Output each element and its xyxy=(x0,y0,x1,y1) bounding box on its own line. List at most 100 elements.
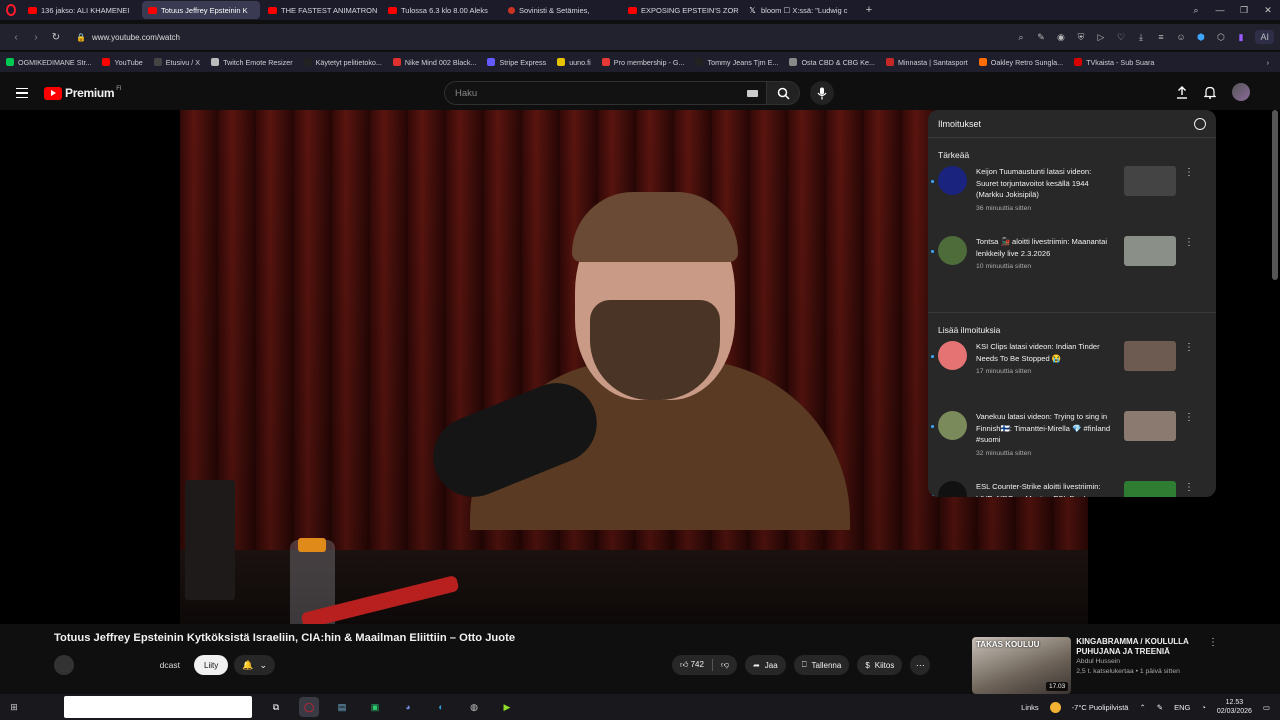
share-button[interactable]: ➦ Jaa xyxy=(745,655,786,675)
search-input[interactable]: Haku xyxy=(444,81,768,105)
terminal-icon[interactable]: ▶ xyxy=(497,697,517,717)
page-scrollbar[interactable] xyxy=(1272,110,1278,280)
channel-name[interactable]: dcast xyxy=(82,660,194,670)
notification-thumbnail[interactable] xyxy=(1124,236,1176,266)
camera-icon[interactable]: ◉ xyxy=(1055,32,1066,43)
bookmark-item[interactable]: Minnasta | Santasport xyxy=(885,58,968,67)
bookmark-item[interactable]: Käytetyt pelitietoko... xyxy=(303,58,382,67)
notification-thumbnail[interactable] xyxy=(1124,411,1176,441)
edit-icon[interactable]: ✎ xyxy=(1035,32,1046,43)
search-button[interactable] xyxy=(766,81,800,105)
reload-icon[interactable]: ↻ xyxy=(46,32,66,43)
more-vert-icon[interactable]: ⋮ xyxy=(1182,236,1196,306)
bookmarks-overflow-icon[interactable]: › xyxy=(1267,58,1269,67)
notification-item[interactable]: Keijon Tuumaustunti latasi videon: Suure… xyxy=(928,166,1216,236)
network-icon[interactable]: ◔ xyxy=(1201,703,1206,712)
taskbar-search[interactable] xyxy=(64,696,252,718)
like-button[interactable]: 👍︎ 742 xyxy=(680,660,704,670)
browser-tab[interactable]: EXPOSING EPSTEIN'S ZOR xyxy=(622,1,740,19)
voice-search-button[interactable] xyxy=(810,81,834,105)
channel-avatar[interactable] xyxy=(54,655,74,675)
notification-thumbnail[interactable] xyxy=(1124,481,1176,497)
notifications-bell-icon[interactable] xyxy=(1204,86,1216,99)
channel-avatar[interactable] xyxy=(938,341,967,370)
notification-center-icon[interactable]: ▭ xyxy=(1263,703,1270,712)
bookmark-item[interactable]: OGMIKEDIMANE Str... xyxy=(6,58,91,67)
bookmark-item[interactable]: Stripe Express xyxy=(487,58,546,67)
zoom-icon[interactable]: ⌕ xyxy=(1015,32,1026,43)
shield-icon[interactable]: ⛨ xyxy=(1075,32,1086,43)
start-icon[interactable]: ⊞ xyxy=(0,702,28,713)
edge-icon[interactable]: ◐ xyxy=(431,697,451,717)
bookmark-item[interactable]: Etusivu / X xyxy=(153,58,200,67)
settings-gear-icon[interactable] xyxy=(1194,117,1206,130)
notification-item[interactable]: ESL Counter-Strike aloitti livestriimin:… xyxy=(928,481,1216,497)
thanks-button[interactable]: $ Kiitos xyxy=(857,655,903,675)
task-view-icon[interactable]: ⧉ xyxy=(266,697,286,717)
links-toolbar[interactable]: Links xyxy=(1021,703,1039,712)
bookmark-item[interactable]: uuno.fi xyxy=(557,58,591,67)
keyboard-icon[interactable] xyxy=(747,89,758,97)
channel-avatar[interactable] xyxy=(938,411,967,440)
menu-icon[interactable]: ≡ xyxy=(1155,32,1166,42)
hamburger-menu-icon[interactable] xyxy=(16,87,28,99)
recommended-video[interactable]: TAKAS KOULUU 17.03 KINGABRAMMA / KOULULL… xyxy=(972,637,1218,694)
profile-icon[interactable]: ☺ xyxy=(1175,32,1186,42)
cube-icon[interactable]: ⬡ xyxy=(1215,32,1226,43)
language-indicator[interactable]: ENG xyxy=(1174,703,1190,712)
close-icon[interactable]: ✕ xyxy=(1256,5,1280,16)
url-field[interactable]: 🔒 www.youtube.com/watch xyxy=(76,33,180,42)
chat-app-icon[interactable]: ▣ xyxy=(365,697,385,717)
pen-icon[interactable]: ✎ xyxy=(1157,703,1163,712)
upload-icon[interactable] xyxy=(1176,85,1188,99)
browser-tab[interactable]: 136 jakso: ALI KHAMENEI xyxy=(22,1,140,19)
browser-tab[interactable]: Tulossa 6.3 klo 8.00 Aleks xyxy=(382,1,500,19)
join-button[interactable]: Liity xyxy=(194,655,229,675)
save-button[interactable]: ⎕ Tallenna xyxy=(793,655,850,675)
bookmark-item[interactable]: Pro membership - G... xyxy=(601,58,684,67)
more-actions-button[interactable]: ⋯ xyxy=(910,655,931,675)
app-icon[interactable]: ▤ xyxy=(332,697,352,717)
maximize-icon[interactable]: ❐ xyxy=(1232,5,1256,16)
heart-icon[interactable]: ♡ xyxy=(1115,32,1126,43)
shield-app-icon[interactable]: ◍ xyxy=(464,697,484,717)
browser-tab-active[interactable]: Totuus Jeffrey Epsteinin K xyxy=(142,1,260,19)
clock[interactable]: 12.53 02/03/2026 xyxy=(1217,698,1252,716)
forward-icon[interactable]: › xyxy=(26,32,46,43)
browser-tab[interactable]: Sovinisti & Setämies, xyxy=(502,1,620,19)
more-vert-icon[interactable]: ⋮ xyxy=(1182,341,1196,411)
more-vert-icon[interactable]: ⋮ xyxy=(1182,481,1196,497)
back-icon[interactable]: ‹ xyxy=(6,32,26,43)
channel-avatar[interactable] xyxy=(938,236,967,265)
search-tabs-icon[interactable]: ⌕ xyxy=(1184,5,1208,16)
bookmark-item[interactable]: TVkaista - Sub Suara xyxy=(1074,58,1154,67)
browser-tab[interactable]: 𝕏bloom ☐ X:ssä: "Ludwig c xyxy=(742,1,860,19)
bookmark-item[interactable]: Tommy Jeans Tjm E... xyxy=(695,58,778,67)
notification-thumbnail[interactable] xyxy=(1124,166,1176,196)
more-vert-icon[interactable]: ⋮ xyxy=(1182,166,1196,236)
account-avatar[interactable] xyxy=(1232,83,1250,101)
recommended-thumbnail[interactable]: TAKAS KOULUU 17.03 xyxy=(972,637,1072,694)
new-tab-icon[interactable]: + xyxy=(862,4,876,16)
play-icon[interactable]: ▷ xyxy=(1095,32,1106,43)
channel-avatar[interactable] xyxy=(938,166,967,195)
bookmark-item[interactable]: Nike Mind 002 Black... xyxy=(392,58,476,67)
bookmark-item[interactable]: Oakley Retro Sungla... xyxy=(978,58,1063,67)
opera-logo-icon[interactable] xyxy=(0,0,22,20)
download-icon[interactable]: ⤓ xyxy=(1135,32,1146,43)
opera-app-icon[interactable]: ◯ xyxy=(299,697,319,717)
bookmark-item[interactable]: Osta CBD & CBG Ke... xyxy=(789,58,875,67)
youtube-premium-logo[interactable]: Premium FI xyxy=(44,86,122,100)
chevron-up-icon[interactable]: ⌃ xyxy=(1139,703,1145,712)
discord-icon[interactable]: ◕ xyxy=(398,697,418,717)
ai-button[interactable]: AI xyxy=(1255,30,1274,44)
browser-tab[interactable]: THE FASTEST ANIMATRON xyxy=(262,1,380,19)
subscription-bell-button[interactable]: 🔔 ⌄ xyxy=(234,655,275,675)
more-vert-icon[interactable]: ⋮ xyxy=(1208,637,1218,694)
more-vert-icon[interactable]: ⋮ xyxy=(1182,411,1196,481)
bookmark-item[interactable]: Twitch Emote Resizer xyxy=(211,58,293,67)
notification-item[interactable]: Vanekuu latasi videon: Trying to sing in… xyxy=(928,411,1216,481)
weather-text[interactable]: -7°C Puolipilvistä xyxy=(1072,703,1129,712)
channel-avatar[interactable] xyxy=(938,481,967,497)
sidebar-icon[interactable]: ▮ xyxy=(1235,32,1246,43)
